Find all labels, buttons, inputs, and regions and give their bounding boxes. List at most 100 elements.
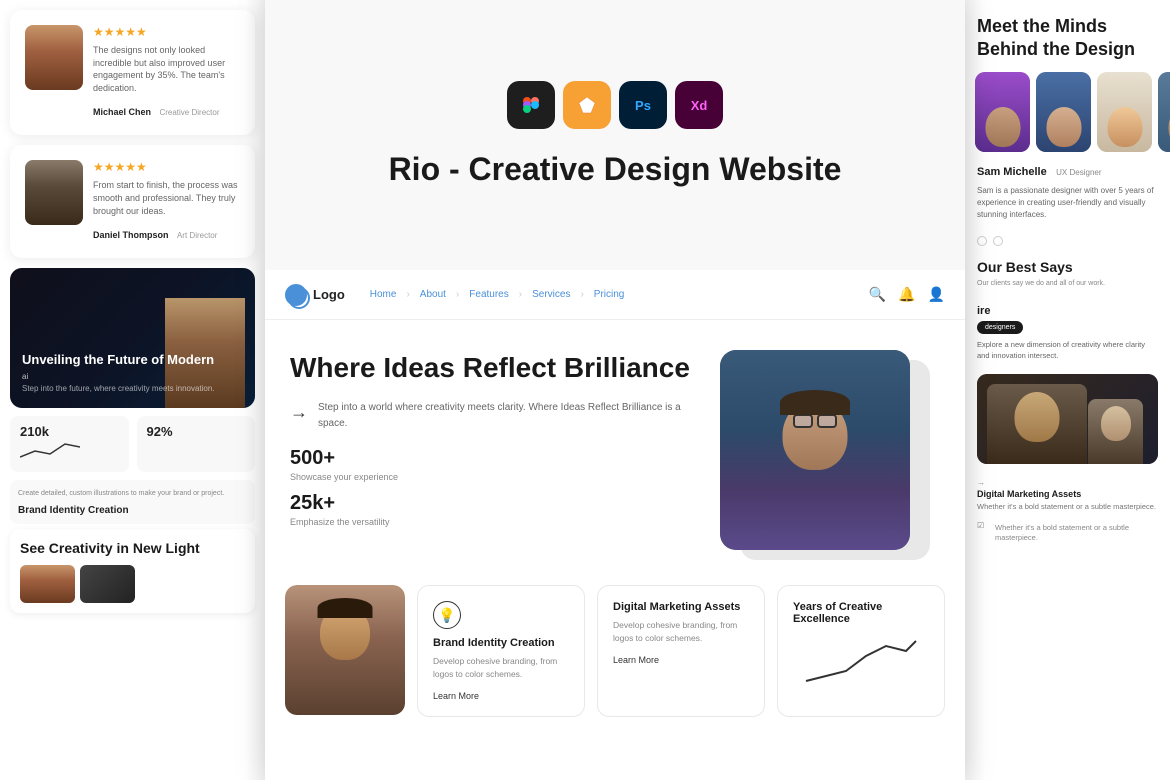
digital-marketing-title: Digital Marketing Assets xyxy=(613,601,749,613)
search-icon[interactable]: 🔍 xyxy=(869,286,886,303)
profile-nav-dots xyxy=(965,231,1170,251)
digital-marketing-desc: Develop cohesive branding, from logos to… xyxy=(613,619,749,645)
nav-services[interactable]: Services xyxy=(527,286,575,303)
stat-num-1: 210k xyxy=(20,424,119,439)
thumb-1 xyxy=(20,565,75,603)
avatar-daniel xyxy=(25,160,83,225)
nav-logo: Logo xyxy=(285,284,345,306)
dot-2[interactable] xyxy=(993,236,1003,246)
reviews-sub: Our clients say we do and all of our wor… xyxy=(965,279,1170,297)
explore-text: Explore a new dimension of creativity wh… xyxy=(965,334,1170,367)
avatar-michael xyxy=(25,25,83,90)
xd-icon: Xd xyxy=(675,81,723,129)
brand-icon: 💡 xyxy=(433,601,461,629)
hero-person-image xyxy=(720,350,910,550)
digital-marketing-link[interactable]: Learn More xyxy=(613,655,749,665)
bell-icon[interactable]: 🔔 xyxy=(898,286,915,303)
person-card-2 xyxy=(1036,72,1091,152)
hero-content: Where Ideas Reflect Brilliance → Step in… xyxy=(290,350,940,550)
item-content: Whether it's a bold statement or a subtl… xyxy=(995,521,1158,544)
logo-icon xyxy=(285,284,307,306)
testimonial-1-content: ★★★★★ The designs not only looked incred… xyxy=(93,25,240,120)
brand-identity-section: Create detailed, custom illustrations to… xyxy=(10,480,255,524)
sketch-icon xyxy=(563,81,611,129)
bottom-thumbnails xyxy=(20,565,245,603)
logo-text: Logo xyxy=(313,287,345,302)
right-profile-section: Sam Michelle UX Designer Sam is a passio… xyxy=(965,152,1170,231)
hero-right: ‹ › xyxy=(720,350,940,550)
center-panel: Ps Xd Rio - Creative Design Website Logo… xyxy=(265,0,965,780)
tag-designers[interactable]: designers xyxy=(977,321,1023,334)
banner-text: Unveiling the Future of Modern ai Step i… xyxy=(22,352,215,393)
testimonial-2-content: ★★★★★ From start to finish, the process … xyxy=(93,160,240,243)
nav-pricing[interactable]: Pricing xyxy=(589,286,630,303)
brand-identity-title: Brand Identity Creation xyxy=(433,637,569,649)
right-tag-row: designers xyxy=(965,321,1170,334)
service-person-image xyxy=(285,585,405,715)
see-creativity-title: See Creativity in New Light xyxy=(20,539,245,557)
item-num: ☑ xyxy=(977,521,989,530)
dot-1[interactable] xyxy=(977,236,987,246)
hero-arrow-row: → Step into a world where creativity mee… xyxy=(290,400,700,432)
profile-role: UX Designer xyxy=(1056,168,1101,177)
nav-icons: 🔍 🔔 👤 xyxy=(869,286,945,303)
brand-identity-label: Brand Identity Creation xyxy=(18,505,247,516)
hero-stat-2-num: 25k+ xyxy=(290,492,700,515)
see-creativity-card: See Creativity in New Light xyxy=(10,529,255,613)
figma-icon xyxy=(507,81,555,129)
brand-identity-link[interactable]: Learn More xyxy=(433,691,569,701)
photoshop-icon: Ps xyxy=(619,81,667,129)
excellence-chart xyxy=(793,631,929,686)
person-card-3 xyxy=(1097,72,1152,152)
nav-features[interactable]: Features xyxy=(464,286,513,303)
user-icon[interactable]: 👤 xyxy=(928,286,945,303)
right-section-label: ire xyxy=(965,297,1170,321)
tool-icons-row: Ps Xd xyxy=(507,81,723,129)
hero-section: Where Ideas Reflect Brilliance → Step in… xyxy=(265,320,965,570)
hero-stat-1-num: 500+ xyxy=(290,447,700,470)
brand-identity-desc: Develop cohesive branding, from logos to… xyxy=(433,655,569,681)
center-top-section: Ps Xd Rio - Creative Design Website xyxy=(265,0,965,270)
brand-identity-card: 💡 Brand Identity Creation Develop cohesi… xyxy=(417,585,585,717)
nav-home[interactable]: Home xyxy=(365,286,402,303)
nav-bar: Logo Home › About › Features › Services … xyxy=(265,270,965,320)
testimonial-1-name: Michael Chen xyxy=(93,107,151,117)
stat-box-2: 92% xyxy=(137,416,256,472)
mini-graph-1 xyxy=(20,439,80,459)
stars-2: ★★★★★ xyxy=(93,160,240,174)
bottom-item-title: Digital Marketing Assets xyxy=(977,489,1158,499)
img-person xyxy=(987,384,1087,464)
excellence-card: Years of Creative Excellence xyxy=(777,585,945,717)
hero-desc: Step into a world where creativity meets… xyxy=(318,400,700,432)
right-section-title: Meet the Minds Behind the Design xyxy=(965,0,1170,72)
item-desc: Whether it's a bold statement or a subtl… xyxy=(995,523,1158,544)
testimonial-1-text: The designs not only looked incredible b… xyxy=(93,44,240,94)
services-section: 💡 Brand Identity Creation Develop cohesi… xyxy=(265,570,965,732)
center-main-title: Rio - Creative Design Website xyxy=(389,149,842,189)
digital-marketing-card: Digital Marketing Assets Develop cohesiv… xyxy=(597,585,765,717)
hero-stat-2-label: Emphasize the versatility xyxy=(290,517,700,527)
stat-box-1: 210k xyxy=(10,416,129,472)
stats-row: 210k 92% xyxy=(10,416,255,472)
testimonial-card-1: ★★★★★ The designs not only looked incred… xyxy=(10,10,255,135)
banner-title: Unveiling the Future of Modern xyxy=(22,352,215,369)
right-panel: Meet the Minds Behind the Design Sam Mic… xyxy=(965,0,1170,780)
hero-stat-1-label: Showcase your experience xyxy=(290,472,700,482)
hero-stats: 500+ Showcase your experience 25k+ Empha… xyxy=(290,447,700,527)
excellence-title: Years of Creative Excellence xyxy=(793,601,929,625)
hero-left: Where Ideas Reflect Brilliance → Step in… xyxy=(290,350,700,537)
nav-about[interactable]: About xyxy=(415,286,451,303)
hero-card-main xyxy=(720,350,910,550)
right-persons-row xyxy=(965,72,1170,152)
thumb-2 xyxy=(80,565,135,603)
services-row: 💡 Brand Identity Creation Develop cohesi… xyxy=(285,585,945,717)
banner-subtitle: ai xyxy=(22,372,215,381)
nav-links: Home › About › Features › Services › Pri… xyxy=(365,286,864,303)
stat-num-2: 92% xyxy=(147,424,246,439)
right-img-section xyxy=(977,374,1158,464)
stars-1: ★★★★★ xyxy=(93,25,240,39)
testimonial-1-role: Creative Director xyxy=(159,108,219,117)
profile-name: Sam Michelle xyxy=(977,166,1047,178)
hero-stat-1: 500+ Showcase your experience xyxy=(290,447,700,482)
hero-arrow-icon: → xyxy=(290,402,308,423)
